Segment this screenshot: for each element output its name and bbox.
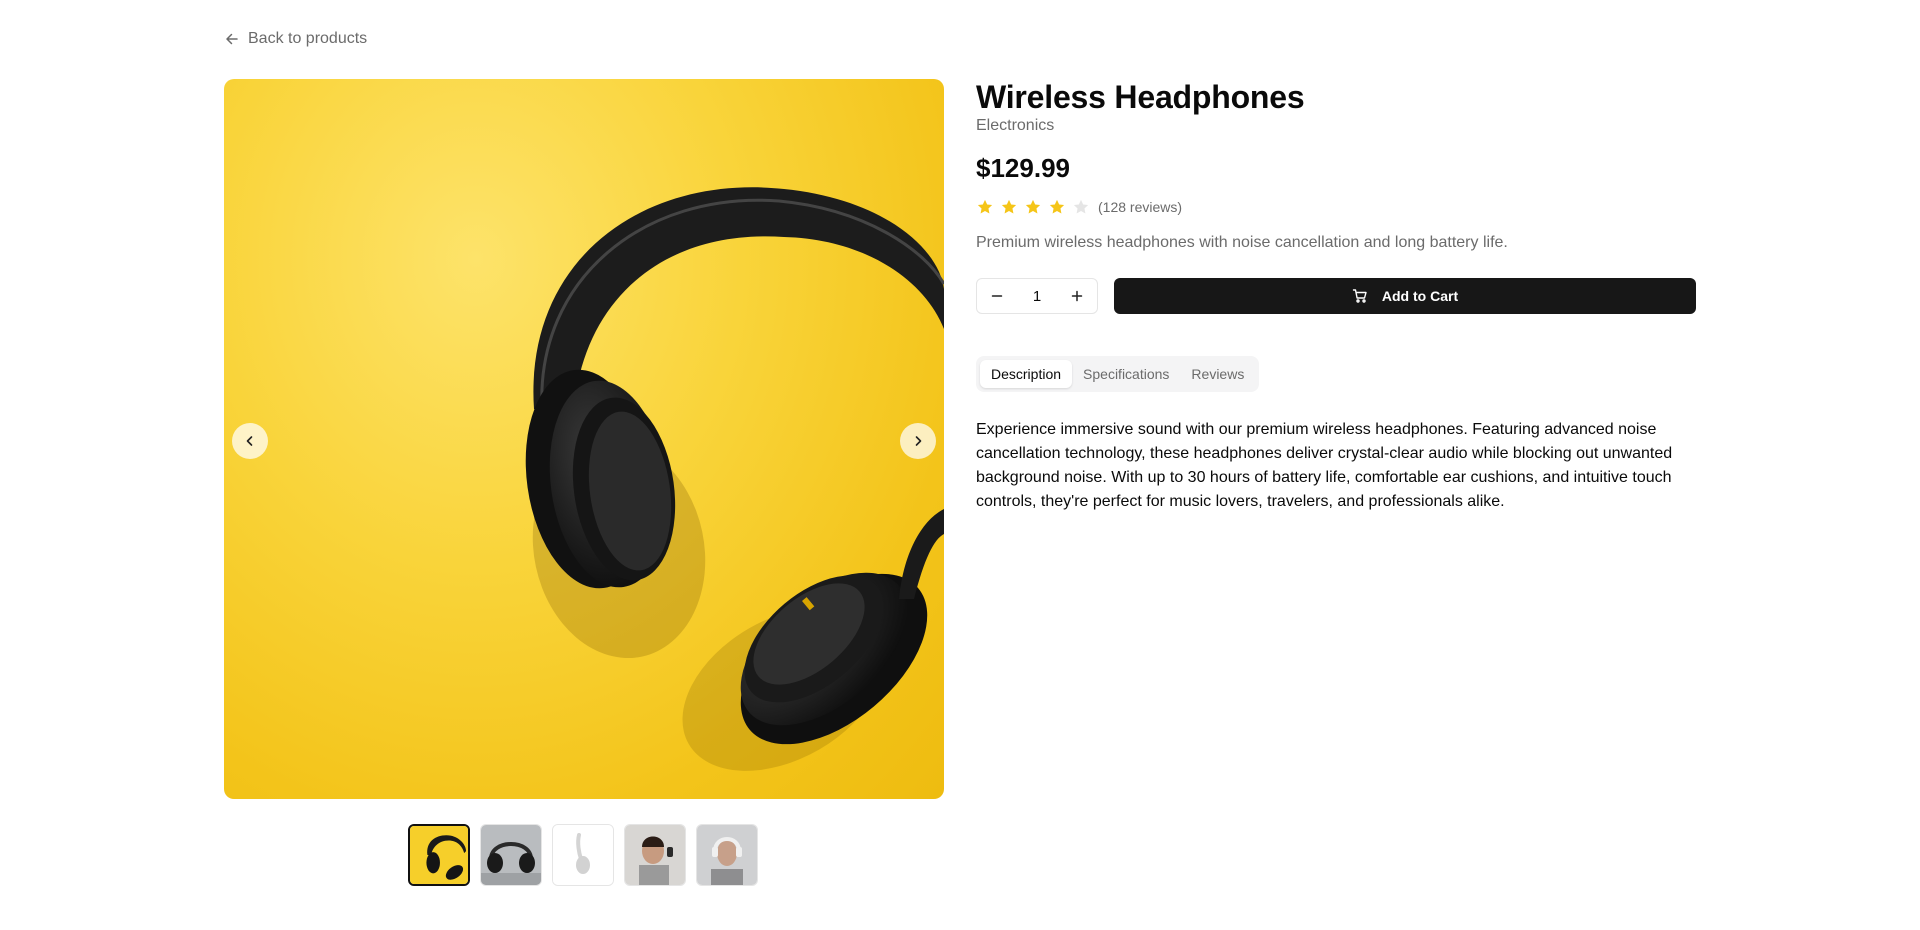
quantity-stepper: 1 xyxy=(976,278,1098,314)
chevron-left-icon xyxy=(246,436,253,446)
previous-image-button[interactable] xyxy=(232,423,268,459)
person-white-headphones-thumbnail xyxy=(697,825,757,885)
product-rating: (128 reviews) xyxy=(976,198,1696,216)
star-rating xyxy=(976,198,1090,216)
product-category: Electronics xyxy=(976,117,1055,134)
headphones-illustration xyxy=(525,187,944,771)
decrease-quantity-button[interactable] xyxy=(985,284,1009,308)
thumbnail-2[interactable] xyxy=(480,824,542,886)
product-title: Wireless Headphones xyxy=(976,79,1305,115)
short-description: Premium wireless headphones with noise c… xyxy=(976,234,1508,251)
thumbnail-4[interactable] xyxy=(624,824,686,886)
purchase-actions: 1 Add to Cart xyxy=(976,278,1696,314)
thumbnail-3[interactable] xyxy=(552,824,614,886)
product-page: Back to products Wireless Headphones Ele… xyxy=(0,0,1920,930)
chevron-right-icon xyxy=(915,436,922,446)
increase-quantity-button[interactable] xyxy=(1065,284,1089,308)
tab-description[interactable]: Description xyxy=(980,360,1073,388)
star-empty-icon xyxy=(1073,199,1089,214)
quantity-value: 1 xyxy=(1032,287,1042,305)
arrow-left-icon xyxy=(226,33,238,45)
star-filled-icon xyxy=(1001,199,1017,214)
thumbnail-strip xyxy=(408,824,758,886)
thumbnail-5[interactable] xyxy=(696,824,758,886)
person-with-headphones-thumbnail xyxy=(625,825,685,885)
headphones-white-thumbnail xyxy=(553,825,613,885)
back-link-label: Back to products xyxy=(248,30,368,47)
main-product-image xyxy=(224,79,944,799)
plus-icon xyxy=(1071,290,1083,302)
next-image-button[interactable] xyxy=(900,423,936,459)
review-count: (128 reviews) xyxy=(1098,199,1183,215)
headphones-gray-thumbnail xyxy=(481,825,541,885)
add-to-cart-button[interactable]: Add to Cart xyxy=(1114,278,1696,314)
shopping-cart-icon xyxy=(1352,289,1367,303)
star-filled-icon xyxy=(977,199,993,214)
thumbnail-1[interactable] xyxy=(408,824,470,886)
add-to-cart-label: Add to Cart xyxy=(1381,288,1459,304)
headphones-yellow-thumbnail xyxy=(410,826,468,884)
back-to-products-link[interactable]: Back to products xyxy=(224,30,367,48)
product-tabs: Description Specifications Reviews xyxy=(976,356,1260,392)
tab-reviews[interactable]: Reviews xyxy=(1180,360,1255,388)
minus-icon xyxy=(991,295,1003,297)
tab-specifications[interactable]: Specifications xyxy=(1072,360,1180,388)
product-info: Wireless Headphones Electronics $129.99 … xyxy=(976,78,1696,514)
product-price: $129.99 xyxy=(976,153,1070,183)
star-filled-icon xyxy=(1049,199,1065,214)
star-filled-icon xyxy=(1025,199,1041,214)
long-description: Experience immersive sound with our prem… xyxy=(976,421,1673,510)
